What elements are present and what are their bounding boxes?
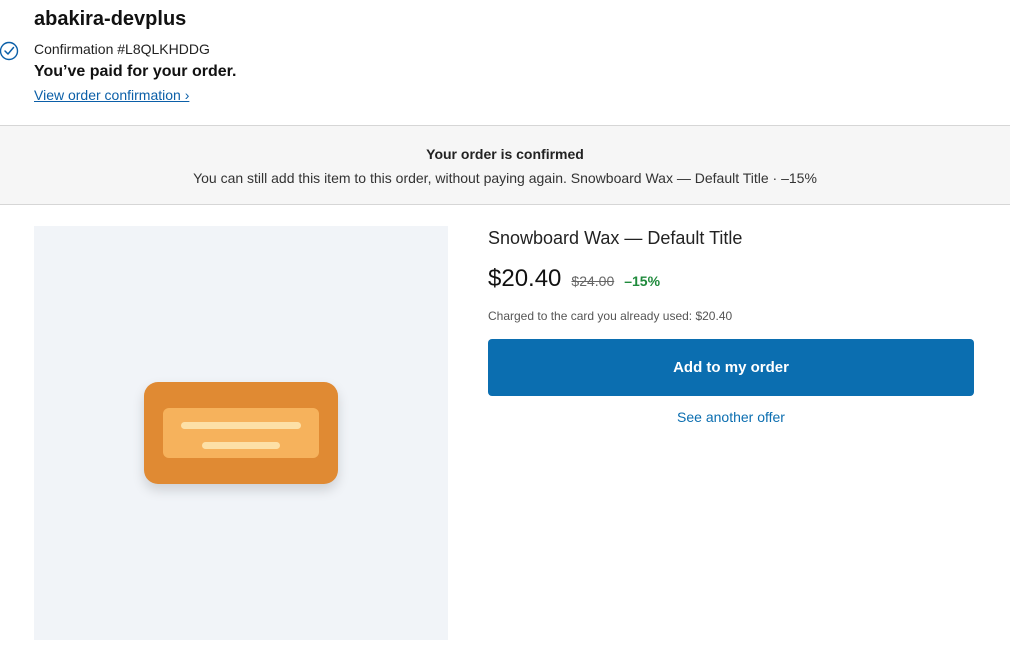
wax-label bbox=[163, 408, 319, 458]
banner-title: Your order is confirmed bbox=[426, 146, 584, 162]
price-row: $20.40 $24.00 –15% bbox=[488, 265, 660, 293]
view-order-confirmation-link[interactable]: View order confirmation › bbox=[34, 87, 189, 103]
wax-label-line bbox=[202, 442, 280, 449]
wax-block-icon bbox=[144, 382, 338, 484]
offer-price: $20.40 bbox=[488, 265, 562, 292]
charged-note: Charged to the card you already used: $2… bbox=[488, 309, 733, 323]
compare-at-price: $24.00 bbox=[571, 273, 615, 289]
product-image bbox=[34, 226, 448, 640]
order-confirmed-banner: Your order is confirmed You can still ad… bbox=[0, 126, 1010, 205]
order-status-header: abakira-devplus Confirmation #L8QLKHDDG … bbox=[0, 0, 1010, 126]
banner-subtitle: You can still add this item to this orde… bbox=[193, 170, 817, 186]
wax-label-line bbox=[181, 422, 301, 429]
paid-message: You’ve paid for your order. bbox=[34, 63, 237, 80]
add-to-order-button[interactable]: Add to my order bbox=[488, 339, 974, 396]
product-title: Snowboard Wax — Default Title bbox=[488, 228, 743, 248]
see-another-offer-link[interactable]: See another offer bbox=[488, 409, 974, 425]
discount-badge: –15% bbox=[624, 273, 661, 289]
shop-name: abakira-devplus bbox=[34, 8, 187, 30]
check-circle-icon bbox=[0, 41, 19, 61]
confirmation-number: Confirmation #L8QLKHDDG bbox=[34, 41, 210, 57]
